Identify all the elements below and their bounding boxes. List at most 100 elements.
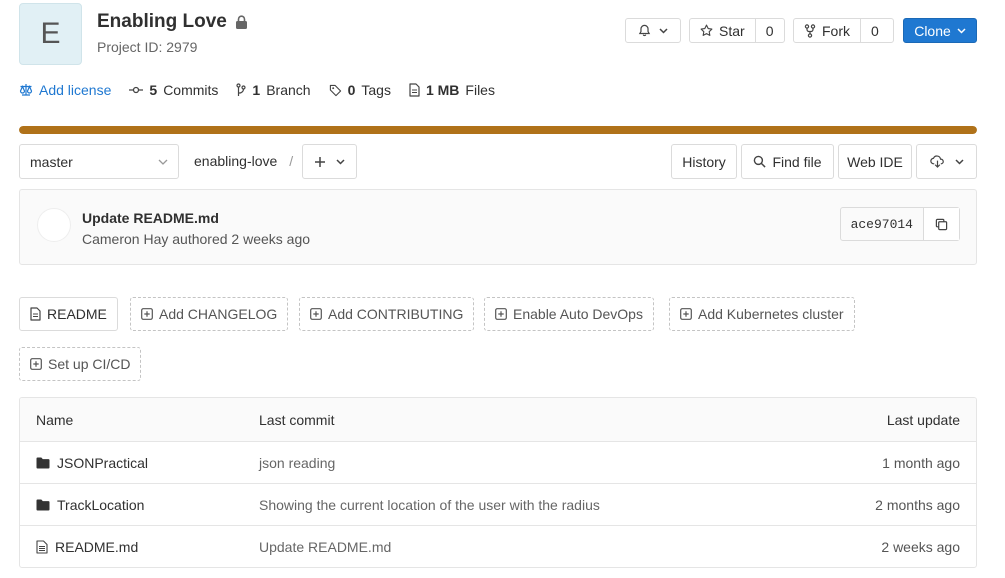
web-ide-button[interactable]: Web IDE bbox=[838, 144, 912, 179]
download-dropdown[interactable] bbox=[916, 144, 977, 179]
last-update-cell: 1 month ago bbox=[882, 454, 960, 471]
add-changelog-label: Add CHANGELOG bbox=[159, 306, 278, 322]
last-commit-panel: Update README.md Cameron Hay authored 2 … bbox=[19, 189, 977, 265]
file-icon bbox=[30, 307, 41, 321]
branches-link[interactable]: 1 Branch bbox=[236, 82, 311, 98]
plus-square-icon bbox=[495, 308, 507, 320]
folder-icon bbox=[36, 457, 50, 469]
project-title: Enabling Love bbox=[97, 11, 248, 33]
plus-square-icon bbox=[310, 308, 322, 320]
last-update-cell: 2 weeks ago bbox=[881, 539, 960, 555]
add-license-label: Add license bbox=[39, 82, 112, 98]
commit-title[interactable]: Update README.md bbox=[82, 210, 219, 226]
author-avatar[interactable] bbox=[37, 208, 71, 242]
add-contributing-button[interactable]: Add CONTRIBUTING bbox=[299, 297, 475, 331]
header-name: Name bbox=[36, 411, 74, 428]
search-icon bbox=[753, 155, 767, 168]
chevron-down-icon bbox=[957, 27, 966, 34]
enable-auto-devops-label: Enable Auto DevOps bbox=[513, 306, 643, 322]
file-name[interactable]: JSONPractical bbox=[57, 455, 148, 471]
commit-meta: Cameron Hay authored 2 weeks ago bbox=[82, 231, 311, 247]
find-file-button[interactable]: Find file bbox=[741, 144, 834, 179]
chevron-down-icon bbox=[336, 158, 345, 165]
project-avatar: E bbox=[19, 3, 82, 65]
table-row[interactable]: README.md Update README.md 2 weeks ago bbox=[20, 526, 976, 567]
commits-label: Commits bbox=[163, 82, 219, 98]
project-stats: Add license 5 Commits 1 Branch 0 Tags 1 … bbox=[19, 82, 513, 98]
fork-count[interactable]: 0 bbox=[860, 19, 889, 42]
clone-button[interactable]: Clone bbox=[903, 18, 977, 43]
clone-label: Clone bbox=[914, 22, 951, 39]
table-header: Name Last commit Last update bbox=[20, 398, 976, 442]
enable-auto-devops-button[interactable]: Enable Auto DevOps bbox=[484, 297, 654, 331]
plus-square-icon bbox=[141, 308, 153, 320]
web-ide-label: Web IDE bbox=[847, 153, 903, 170]
file-name[interactable]: TrackLocation bbox=[57, 497, 144, 513]
add-changelog-button[interactable]: Add CHANGELOG bbox=[130, 297, 289, 331]
branch-label: Branch bbox=[266, 82, 311, 98]
star-icon bbox=[700, 24, 713, 37]
scale-icon bbox=[19, 83, 33, 97]
add-contributing-label: Add CONTRIBUTING bbox=[328, 306, 464, 322]
breadcrumb: enabling-love / bbox=[194, 153, 293, 169]
readme-label: README bbox=[47, 306, 107, 322]
file-name-cell[interactable]: TrackLocation bbox=[36, 484, 144, 525]
plus-square-icon bbox=[680, 308, 692, 320]
files-label: Files bbox=[465, 82, 495, 98]
fork-button[interactable]: Fork bbox=[794, 19, 860, 42]
find-file-label: Find file bbox=[772, 153, 822, 170]
bell-icon bbox=[638, 24, 651, 37]
file-name-cell[interactable]: JSONPractical bbox=[36, 442, 148, 483]
repository-language-bar bbox=[19, 126, 977, 134]
tags-count: 0 bbox=[347, 82, 356, 98]
last-update-cell: 2 months ago bbox=[875, 496, 960, 513]
add-kubernetes-cluster-button[interactable]: Add Kubernetes cluster bbox=[669, 297, 855, 331]
file-name[interactable]: README.md bbox=[55, 539, 138, 555]
commit-message-cell[interactable]: Showing the current location of the user… bbox=[259, 484, 600, 525]
readme-button[interactable]: README bbox=[19, 297, 118, 331]
commits-count: 5 bbox=[149, 82, 158, 98]
commit-message-cell[interactable]: Update README.md bbox=[259, 526, 391, 567]
branch-count: 1 bbox=[252, 82, 261, 98]
header-last-update: Last update bbox=[886, 411, 960, 428]
add-kubernetes-cluster-label: Add Kubernetes cluster bbox=[698, 306, 844, 322]
files-link[interactable]: 1 MB Files bbox=[409, 82, 495, 98]
star-button[interactable]: Star bbox=[690, 19, 755, 42]
star-button-group: Star 0 bbox=[689, 18, 785, 43]
chevron-down-icon bbox=[954, 158, 964, 165]
add-to-tree-dropdown[interactable] bbox=[302, 144, 357, 179]
download-icon bbox=[929, 155, 945, 168]
table-row[interactable]: TrackLocation Showing the current locati… bbox=[20, 484, 976, 526]
plus-square-icon bbox=[30, 358, 42, 370]
fork-icon bbox=[804, 23, 816, 38]
commit-sha[interactable]: ace97014 bbox=[841, 208, 924, 240]
commit-icon bbox=[129, 85, 144, 95]
branch-selector-label: master bbox=[30, 153, 73, 170]
file-icon bbox=[409, 83, 420, 97]
copy-sha-button[interactable] bbox=[924, 208, 959, 240]
breadcrumb-root[interactable]: enabling-love bbox=[194, 153, 277, 169]
star-count[interactable]: 0 bbox=[754, 19, 784, 42]
history-button[interactable]: History bbox=[671, 144, 737, 179]
add-license-link[interactable]: Add license bbox=[19, 82, 111, 98]
commits-link[interactable]: 5 Commits bbox=[129, 82, 218, 98]
fork-label: Fork bbox=[822, 22, 850, 39]
history-label: History bbox=[682, 153, 726, 170]
commit-message-cell[interactable]: json reading bbox=[259, 442, 335, 483]
star-label: Star bbox=[719, 22, 745, 39]
table-row[interactable]: JSONPractical json reading 1 month ago bbox=[20, 442, 976, 484]
files-size: 1 MB bbox=[425, 82, 460, 98]
file-name-cell[interactable]: README.md bbox=[36, 526, 138, 567]
branch-selector[interactable]: master bbox=[19, 144, 179, 179]
header-last-commit: Last commit bbox=[259, 411, 335, 428]
setup-ci-cd-label: Set up CI/CD bbox=[48, 356, 131, 372]
file-icon bbox=[36, 540, 48, 554]
chevron-down-icon bbox=[659, 27, 668, 34]
lock-icon bbox=[235, 15, 248, 29]
tag-icon bbox=[329, 84, 342, 97]
setup-ci-cd-button[interactable]: Set up CI/CD bbox=[19, 347, 142, 381]
chevron-down-icon bbox=[158, 159, 168, 165]
tags-link[interactable]: 0 Tags bbox=[329, 82, 391, 98]
notification-dropdown[interactable] bbox=[625, 18, 681, 43]
project-id: Project ID: 2979 bbox=[97, 39, 198, 55]
